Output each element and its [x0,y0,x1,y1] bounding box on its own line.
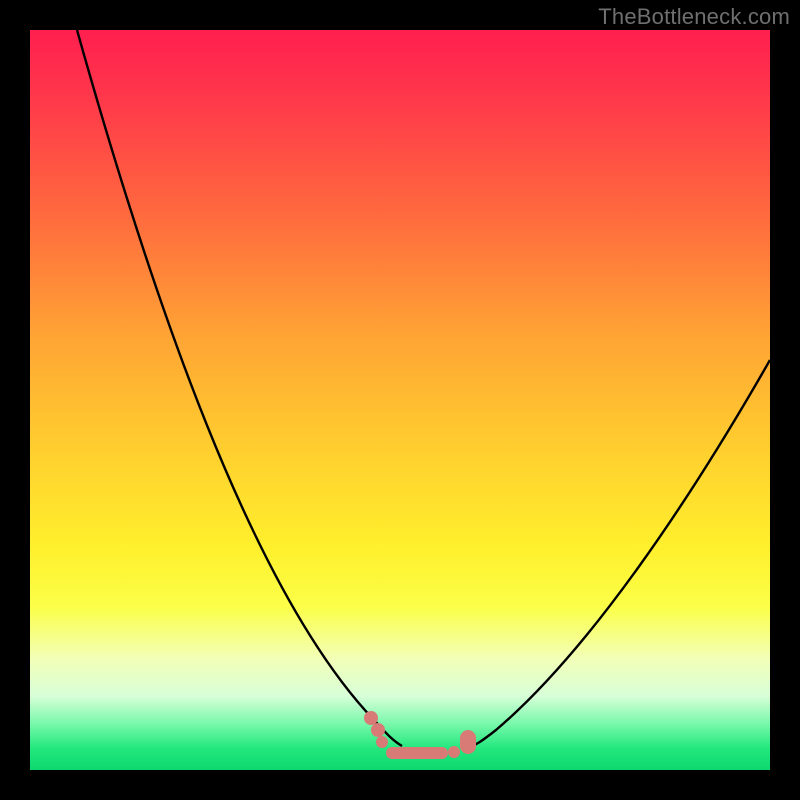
plot-area [30,30,770,770]
marker-layer [364,711,476,759]
marker-dot [448,746,460,758]
watermark-text: TheBottleneck.com [598,4,790,30]
plot-svg [30,30,770,770]
marker-pill [460,730,476,754]
marker-dot [371,723,385,737]
chart-stage: TheBottleneck.com [0,0,800,800]
curve-left [77,30,402,746]
marker-dot [364,711,378,725]
marker-dot [376,736,388,748]
curve-right [468,360,770,748]
marker-pill [386,747,448,759]
